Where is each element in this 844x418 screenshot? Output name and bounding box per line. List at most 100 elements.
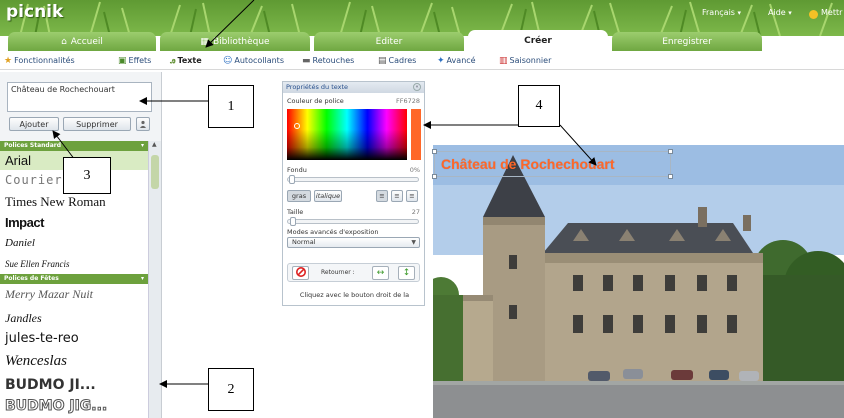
chevron-down-icon: ▾ — [788, 9, 792, 17]
color-spectrum-picker[interactable] — [287, 109, 407, 160]
flip-vertical-icon[interactable]: ↕ — [398, 266, 415, 280]
text-input[interactable]: Château de Rochechouart — [7, 82, 152, 112]
tab-accueil[interactable]: ⌂ Accueil — [8, 32, 156, 51]
blend-mode-select[interactable]: Normal ▼ — [287, 237, 420, 248]
subtab-label: Effets — [128, 56, 152, 65]
add-button[interactable]: Ajouter — [9, 117, 59, 131]
language-menu[interactable]: Français ▾ — [702, 8, 741, 17]
size-value: 27 — [411, 208, 420, 216]
blend-mode-label: Modes avancés d'exposition — [287, 228, 379, 236]
font-item-budmo-ji[interactable]: BUDMO JI... — [5, 377, 96, 393]
fade-slider-knob[interactable] — [289, 175, 295, 184]
italic-button[interactable]: italique — [314, 190, 342, 202]
blend-mode-value: Normal — [292, 238, 316, 246]
font-item-jandles[interactable]: Jandles — [5, 311, 42, 326]
help-menu[interactable]: Aide ▾ — [768, 8, 792, 17]
section-title: Polices de Fêtes — [4, 275, 59, 282]
color-label: Couleur de police — [287, 97, 344, 105]
tab-enregistrer[interactable]: Enregistrer — [612, 32, 762, 51]
home-icon: ⌂ — [61, 36, 67, 47]
font-item-courier[interactable]: Courier — [5, 173, 63, 187]
subtab-effets[interactable]: ▣ Effets — [118, 53, 151, 68]
text-properties-panel: Propriétés du texte « Couleur de police … — [282, 81, 425, 306]
subtab-texte[interactable]: ꭿ Texte — [170, 53, 202, 68]
subtab-label: Cadres — [388, 56, 417, 65]
color-picker-cursor[interactable] — [294, 123, 300, 129]
curb — [433, 381, 844, 385]
resize-handle[interactable] — [668, 149, 673, 154]
font-item-sue-ellen[interactable]: Sue Ellen Francis — [5, 259, 70, 269]
tab-label: Accueil — [70, 36, 103, 47]
subtab-avance[interactable]: ✦ Avancé — [437, 53, 476, 68]
language-label: Français — [702, 8, 735, 17]
resize-handle[interactable] — [432, 174, 437, 179]
sticker-icon: ☺ — [223, 55, 233, 66]
user-icon[interactable] — [136, 117, 150, 131]
font-item-daniel[interactable]: Daniel — [5, 237, 35, 249]
subtab-cadres[interactable]: ▤ Cadres — [378, 53, 416, 68]
font-list-scrollbar[interactable]: ▲ — [148, 141, 161, 418]
callout-1: 1 — [208, 85, 254, 128]
size-slider-knob[interactable] — [290, 217, 296, 226]
canvas-text-overlay[interactable]: Château de Rochechouart — [441, 156, 614, 172]
font-item-impact[interactable]: Impact — [5, 215, 44, 230]
transform-toolbar: Retourner : ↔ ↕ — [287, 263, 420, 282]
tab-bibliotheque[interactable]: ▦ Bibliothèque — [160, 32, 310, 51]
tab-creer[interactable]: Créer — [468, 30, 608, 51]
subtab-autocollants[interactable]: ☺ Autocollants — [223, 53, 284, 68]
section-title: Polices Standard — [4, 142, 62, 149]
scrollbar-thumb[interactable] — [151, 155, 159, 189]
subtab-label: Retouches — [312, 56, 355, 65]
bold-button[interactable]: gras — [287, 190, 311, 202]
photo-canvas[interactable] — [433, 145, 844, 418]
align-left-icon[interactable]: ≡ — [376, 190, 388, 202]
color-hex-value: FF6728 — [395, 97, 420, 105]
tab-editer[interactable]: Editer — [314, 32, 464, 51]
remove-icon[interactable] — [292, 266, 309, 280]
callout-3: 3 — [63, 157, 111, 194]
font-item-wenceslas[interactable]: Wenceslas — [5, 353, 67, 370]
calendar-icon: ▥ — [499, 55, 508, 66]
star-icon: ★ — [4, 55, 13, 66]
delete-button[interactable]: Supprimer — [63, 117, 131, 131]
retouch-icon: ▬ — [302, 55, 311, 66]
subtab-label: Avancé — [446, 56, 476, 65]
advanced-icon: ✦ — [437, 55, 445, 66]
fade-slider[interactable] — [287, 175, 419, 184]
flip-horizontal-icon[interactable]: ↔ — [372, 266, 389, 280]
frames-icon: ▤ — [378, 55, 387, 66]
collapse-icon[interactable]: « — [413, 83, 421, 91]
help-label: Aide — [768, 8, 786, 17]
section-festive-fonts[interactable]: Polices de Fêtes ▾ — [0, 274, 148, 284]
account-link[interactable]: Mettr — [821, 8, 842, 17]
section-standard-fonts[interactable]: Polices Standard ▾ — [0, 141, 148, 151]
current-color-swatch[interactable] — [411, 109, 421, 160]
sub-tabs: ★ Fonctionnalités ▣ Effets ꭿ Texte ☺ Aut… — [0, 51, 844, 70]
tab-label: Créer — [524, 35, 552, 46]
panel-title: Propriétés du texte — [286, 83, 349, 91]
chevron-down-icon: ▼ — [411, 239, 416, 246]
size-slider[interactable] — [287, 217, 419, 226]
font-item-merry[interactable]: Merry Mazar Nuit — [5, 287, 93, 302]
resize-handle[interactable] — [668, 174, 673, 179]
align-center-icon[interactable]: ≡ — [391, 190, 403, 202]
panel-title-bar: Propriétés du texte « — [283, 82, 424, 93]
subtab-saisonnier[interactable]: ▥ Saisonnier — [499, 53, 551, 68]
library-icon: ▦ — [200, 36, 209, 47]
picnik-logo[interactable]: picnik — [6, 2, 63, 22]
caret-down-icon: ▾ — [140, 142, 144, 149]
tab-label: Enregistrer — [662, 36, 712, 47]
subtab-retouches[interactable]: ▬ Retouches — [302, 53, 354, 68]
fade-label: Fondu — [287, 166, 307, 174]
resize-handle[interactable] — [432, 149, 437, 154]
align-right-icon[interactable]: ≡ — [406, 190, 418, 202]
font-item-times[interactable]: Times New Roman — [5, 194, 106, 210]
subtab-label: Texte — [177, 56, 202, 65]
subtab-fonctionnalites[interactable]: ★ Fonctionnalités — [4, 53, 75, 68]
font-item-budmo-jig[interactable]: BUDMO JIG... — [4, 398, 107, 415]
account-icon — [809, 10, 818, 19]
effects-icon: ▣ — [118, 55, 127, 66]
font-item-jules[interactable]: jules-te-reo — [5, 331, 79, 346]
picnik-editor: picnik Français ▾ Aide ▾ Mettr ⌂ Accueil… — [0, 0, 844, 418]
trees-right — [753, 240, 844, 395]
